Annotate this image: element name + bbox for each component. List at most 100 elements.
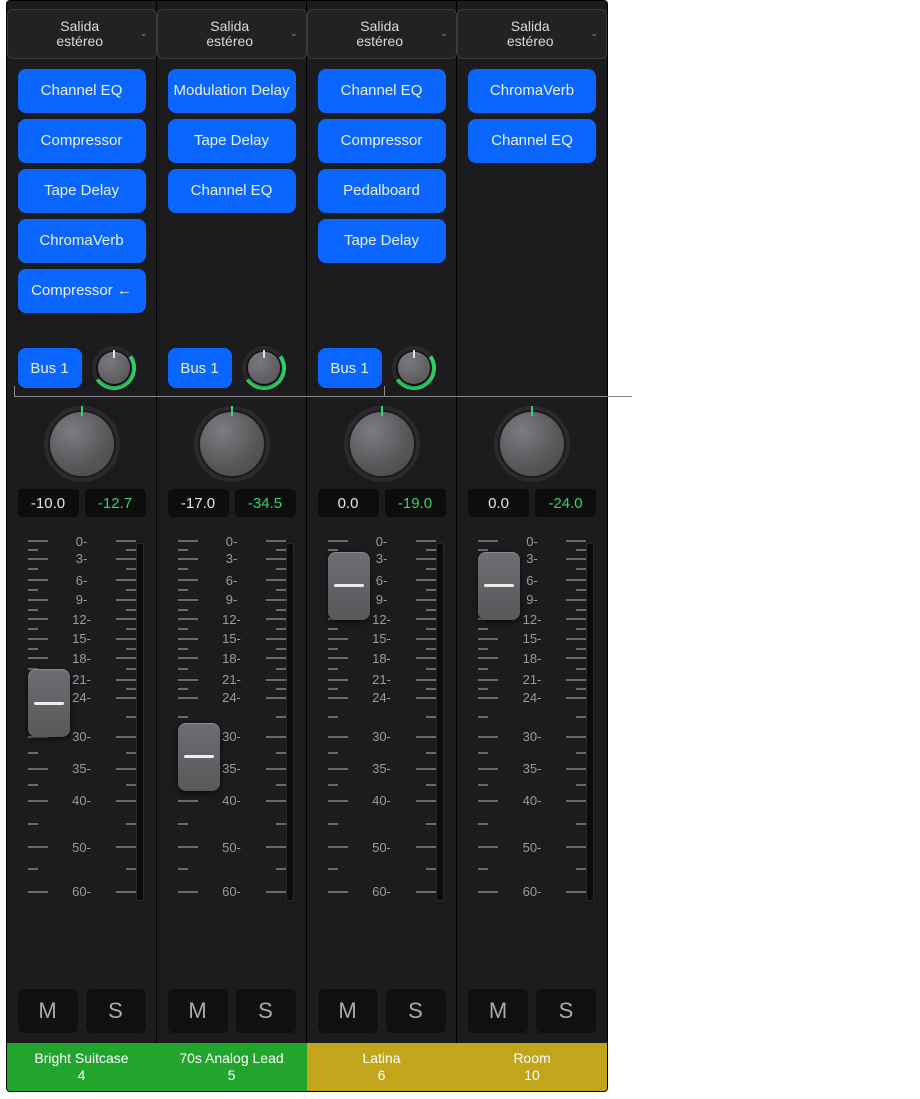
fader-scale-num: 50- [523,840,542,855]
fader-scale-num: 3- [526,551,538,566]
fader-cap[interactable] [178,723,220,791]
plugin-label: Compressor ← [31,283,132,300]
fader-cap[interactable] [328,552,370,620]
pan-knob[interactable] [200,412,264,476]
fader-scale-num: 40- [523,793,542,808]
fader-scale-num: 35- [222,761,241,776]
mute-button[interactable]: M [18,989,78,1033]
fader[interactable]: 0- 3- 6- 9- 12- 15- 18- 2 [168,541,296,981]
plugin-button[interactable]: Modulation Delay [168,69,296,113]
mixer-panel: Salida estéreo ⌄ Channel EQ Compressor Tap… [6,0,608,1092]
fader-scale-num: 0- [226,534,238,549]
output-label: Salida estéreo [20,19,140,50]
fader-scale-num: 0- [376,534,388,549]
plugin-button[interactable]: Tape Delay [318,219,446,263]
plugin-label: Channel EQ [191,183,273,200]
output-select[interactable]: Salida estéreo ⌄ [157,9,307,59]
peak-value[interactable]: -24.0 [535,489,596,517]
send-level-knob[interactable] [242,346,286,390]
output-label: Salida estéreo [470,19,590,50]
output-select[interactable]: Salida estéreo ⌄ [457,9,607,59]
pan-knob[interactable] [50,412,114,476]
peak-value[interactable]: -19.0 [385,489,446,517]
plugin-button[interactable]: Compressor [318,119,446,163]
send-button[interactable]: Bus 1 [318,348,382,388]
gain-value[interactable]: 0.0 [318,489,379,517]
solo-button[interactable]: S [236,989,296,1033]
fader-scale-num: 30- [72,729,91,744]
fader-scale-num: 40- [372,793,391,808]
track-name: Room 10 [513,1050,550,1084]
track-label[interactable]: 70s Analog Lead 5 [157,1043,307,1091]
mute-button[interactable]: M [468,989,528,1033]
plugin-label: Channel EQ [341,83,423,100]
plugin-button[interactable]: Channel EQ [168,169,296,213]
fader[interactable]: 0- 3- 6- 9- 12- 15- 18- 2 [318,541,446,981]
fader-cap[interactable] [28,669,70,737]
plugin-label: Tape Delay [194,133,269,150]
fader-scale-num: 18- [523,651,542,666]
plugin-button[interactable]: Channel EQ [318,69,446,113]
level-readout: 0.0 -19.0 [318,489,446,517]
send-level-knob[interactable] [92,346,136,390]
send-button[interactable]: Bus 1 [168,348,232,388]
plugin-slots: ChromaVerb Channel EQ [463,69,601,339]
fader-cap[interactable] [478,552,520,620]
solo-button[interactable]: S [86,989,146,1033]
fader[interactable]: 0- 3- 6- 9- 12- 15- 18- 2 [468,541,596,981]
fader-scale-num: 18- [72,651,91,666]
track-label[interactable]: Room 10 [457,1043,607,1091]
chevron-down-icon: ⌄ [290,29,298,39]
fader-scale-num: 15- [523,631,542,646]
fader-scale-num: 15- [222,631,241,646]
plugin-label: Compressor [341,133,423,150]
peak-value[interactable]: -34.5 [235,489,296,517]
fader-scale-num: 6- [226,573,238,588]
peak-value[interactable]: -12.7 [85,489,146,517]
send-level-knob[interactable] [392,346,436,390]
fader-scale-num: 60- [372,884,391,899]
plugin-button[interactable]: Compressor [18,119,146,163]
fader-scale-num: 12- [523,612,542,627]
plugin-label: Pedalboard [343,183,420,200]
send-row: Bus 1 [168,343,296,393]
plugin-button[interactable]: Compressor ← [18,269,146,313]
plugin-button[interactable]: Tape Delay [18,169,146,213]
solo-button[interactable]: S [386,989,446,1033]
send-label: Bus 1 [30,360,68,377]
track-label[interactable]: Bright Suitcase 4 [7,1043,157,1091]
plugin-button[interactable]: ChromaVerb [18,219,146,263]
output-select[interactable]: Salida estéreo ⌄ [7,9,157,59]
mute-solo-row: M S [468,989,596,1033]
gain-value[interactable]: -10.0 [18,489,79,517]
plugin-slots: Channel EQ Compressor Pedalboard Tape Delay [313,69,450,339]
pan-knob[interactable] [350,412,414,476]
solo-button[interactable]: S [536,989,596,1033]
plugin-button[interactable]: Channel EQ [468,119,596,163]
fader-scale-num: 6- [376,573,388,588]
gain-value[interactable]: 0.0 [468,489,529,517]
fader-scale-num: 12- [72,612,91,627]
level-meter [586,543,594,901]
track-name: 70s Analog Lead 5 [179,1050,283,1084]
plugin-button[interactable]: ChromaVerb [468,69,596,113]
send-button[interactable]: Bus 1 [18,348,82,388]
output-select[interactable]: Salida estéreo ⌄ [307,9,457,59]
plugin-button[interactable]: Channel EQ [18,69,146,113]
track-label[interactable]: Latina 6 [307,1043,457,1091]
mute-button[interactable]: M [318,989,378,1033]
plugin-label: Tape Delay [44,183,119,200]
fader-scale-num: 3- [376,551,388,566]
plugin-label: Channel EQ [41,83,123,100]
fader[interactable]: 0- 3- 6- 9- 12- 15- 18- 2 [18,541,146,981]
gain-value[interactable]: -17.0 [168,489,229,517]
plugin-button[interactable]: Pedalboard [318,169,446,213]
fader-scale-num: 12- [222,612,241,627]
mute-button[interactable]: M [168,989,228,1033]
pan-knob[interactable] [500,412,564,476]
fader-scale-num: 60- [72,884,91,899]
channel-strip: Salida estéreo ⌄ Channel EQ Compressor Ped… [307,1,457,1091]
plugin-button[interactable]: Tape Delay [168,119,296,163]
fader-scale-num: 50- [222,840,241,855]
mute-solo-row: M S [168,989,296,1033]
